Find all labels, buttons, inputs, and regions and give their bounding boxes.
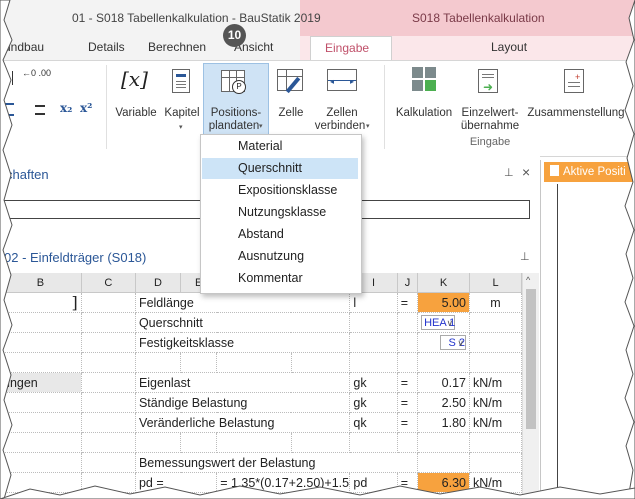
torn-edge-decoration bbox=[0, 0, 635, 499]
